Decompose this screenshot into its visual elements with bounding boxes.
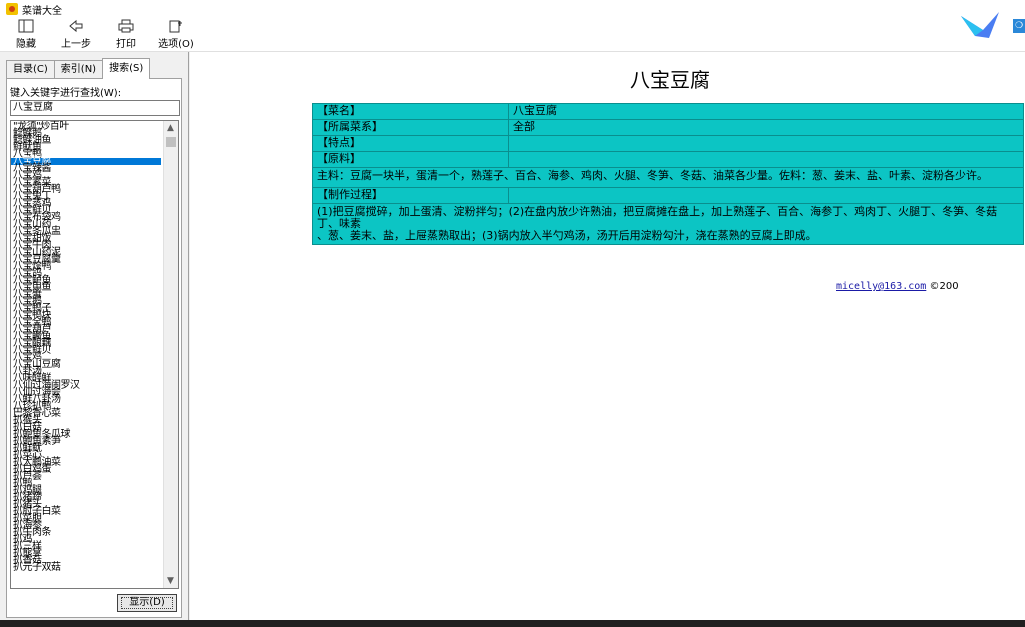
table-row: 主料：豆腐一块半，蛋清一个，熟莲子、百合、海参、鸡肉、火腿、冬笋、冬菇、油菜各少… [312,167,1024,188]
table-row: 【所属菜系】 全部 [312,119,1024,136]
index-list[interactable]: "龙须"炒百叶 鲶鲽鹅 鲶鲽油鱼 鲜鱿鱼 八宝鸭 八宝豆腐 八宝辣酱 八宝鸡 八宝素菜 八宝葫芦鸭… [10,120,179,589]
list-item[interactable]: 扒芦荟 [11,472,161,482]
recipe-title: 八宝豆腐 [630,68,710,92]
list-item[interactable]: 扒牛肉条 [11,528,161,538]
process-text: (1)把豆腐搅碎，加上蛋清、淀粉拌匀；(2)在盘内放少许熟油，把豆腐摊在盘上，加… [312,203,1024,245]
keyword-input[interactable]: 八宝豆腐 [10,100,180,116]
ingredients-label: 【原料】 [312,151,509,168]
copyright-text: ©200 [929,281,959,292]
table-row: 【原料】 [312,151,1024,168]
process-value [508,187,1024,204]
footer: micelly@163.com ©200 [836,281,959,292]
tab-search[interactable]: 搜索(S) [102,58,151,79]
ingredients-value [508,151,1024,168]
keyword-prompt: 键入关键字进行查找(W): [10,88,122,99]
tab-contents[interactable]: 目录(C) [6,60,55,79]
printer-icon [118,19,134,33]
feature-value [508,135,1024,152]
hide-label: 隐藏 [16,39,36,50]
process-label: 【制作过程】 [312,187,509,204]
feature-label: 【特点】 [312,135,509,152]
options-button[interactable]: 选项(O) [152,18,200,51]
cuisine-label: 【所属菜系】 [312,119,509,136]
nav-tabs: 目录(C) 索引(N) 搜索(S) [6,58,151,79]
hide-button[interactable]: 隐藏 [2,18,50,51]
list-item[interactable]: 扒元子双菇 [11,563,161,573]
options-icon [169,20,182,33]
tab-index[interactable]: 索引(N) [53,60,104,79]
print-button[interactable]: 打印 [102,18,150,51]
table-row: 【制作过程】 [312,187,1024,204]
options-label: 选项(O) [158,39,194,50]
toolbar: 隐藏 上一步 打印 选项(O) [0,18,1025,52]
title-bar: 菜谱大全 [0,0,1025,18]
table-row: (1)把豆腐搅碎，加上蛋清、淀粉拌匀；(2)在盘内放少许熟油，把豆腐摊在盘上，加… [312,203,1024,245]
name-label: 【菜名】 [312,103,509,120]
ingredients-text: 主料：豆腐一块半，蛋清一个，熟莲子、百合、海参、鸡肉、火腿、冬笋、冬菇、油菜各少… [312,167,1024,188]
list-scrollbar[interactable]: ▲ ▼ [163,121,178,588]
recipe-table: 【菜名】 八宝豆腐 【所属菜系】 全部 【特点】 【原料】 主料：豆腐一块半，蛋… [312,103,1024,245]
hide-icon [18,19,34,33]
back-arrow-icon [69,19,83,33]
app-icon [6,3,18,15]
scroll-thumb[interactable] [166,137,176,147]
window-title: 菜谱大全 [22,5,62,17]
content-pane: 八宝豆腐 【菜名】 八宝豆腐 【所属菜系】 全部 【特点】 【原料】 主料：豆腐… [190,52,1025,620]
process-text-2: 、葱、姜末、盐，上屉蒸熟取出；(3)锅内放入半勺鸡汤，汤开后用淀粉勾汁，浇在蒸熟… [317,229,817,242]
scroll-up-icon[interactable]: ▲ [167,123,174,133]
name-value: 八宝豆腐 [508,103,1024,120]
cuisine-value: 全部 [508,119,1024,136]
process-text-1: (1)把豆腐搅碎，加上蛋清、淀粉拌匀；(2)在盘内放少许熟油，把豆腐摊在盘上，加… [317,205,998,230]
index-list-items: "龙须"炒百叶 鲶鲽鹅 鲶鲽油鱼 鲜鱿鱼 八宝鸭 八宝豆腐 八宝辣酱 八宝鸡 八宝素菜 八宝葫芦鸭… [11,122,161,573]
table-row: 【特点】 [312,135,1024,152]
table-row: 【菜名】 八宝豆腐 [312,103,1024,120]
taskbar-strip [0,620,1025,627]
cloud-badge[interactable]: ❍ [1013,19,1025,33]
back-label: 上一步 [61,39,91,50]
print-label: 打印 [116,39,136,50]
navigation-pane: 目录(C) 索引(N) 搜索(S) 键入关键字进行查找(W): 八宝豆腐 "龙须… [0,52,189,620]
bird-logo [955,2,1003,50]
scroll-down-icon[interactable]: ▼ [167,576,174,586]
email-link[interactable]: micelly@163.com [836,281,926,292]
show-button[interactable]: 显示(D) [117,594,177,612]
back-button[interactable]: 上一步 [52,18,100,51]
